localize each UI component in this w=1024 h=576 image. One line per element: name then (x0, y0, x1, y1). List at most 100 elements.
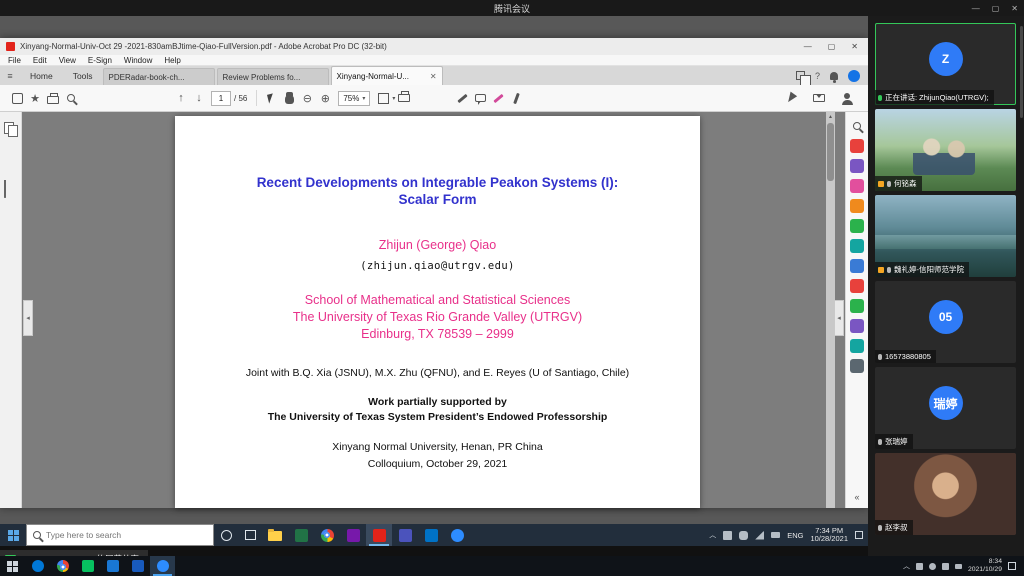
local-hidden-icons-chevron[interactable]: ︿ (903, 561, 910, 571)
tool-scan-ocr-icon[interactable] (850, 279, 864, 293)
previous-page-icon[interactable]: ↑ (172, 89, 190, 107)
attachments-icon[interactable] (4, 180, 17, 193)
local-meeting-icon[interactable] (150, 556, 175, 576)
tool-fill-sign-icon[interactable] (850, 299, 864, 313)
scroll-up-icon[interactable]: ▲ (826, 112, 835, 122)
network-icon[interactable] (755, 531, 764, 540)
select-tool-icon[interactable] (262, 89, 280, 107)
print-icon[interactable] (44, 89, 62, 107)
local-tray-icon-3[interactable] (942, 563, 949, 570)
acrobat-close-icon[interactable]: ✕ (851, 42, 858, 51)
mic-tray-icon[interactable] (739, 531, 748, 540)
taskbar-acrobat-icon[interactable] (366, 524, 392, 546)
page-number-input[interactable]: 1 (211, 91, 231, 106)
taskbar-meeting-icon[interactable] (444, 524, 470, 546)
next-page-icon[interactable]: ↓ (190, 89, 208, 107)
local-clock[interactable]: 8:34 2021/10/29 (968, 558, 1002, 574)
local-battery-icon[interactable] (955, 564, 962, 569)
hand-tool-icon[interactable] (280, 89, 298, 107)
save-icon[interactable] (8, 89, 26, 107)
zoom-in-icon[interactable]: ⊕ (316, 89, 334, 107)
account-avatar[interactable] (848, 70, 860, 82)
panel-scrollbar[interactable] (1020, 26, 1023, 118)
local-edge-icon[interactable] (25, 556, 50, 576)
star-icon[interactable]: ★ (26, 89, 44, 107)
start-button[interactable] (0, 524, 26, 546)
tool-compress-icon[interactable] (850, 339, 864, 353)
signature-icon[interactable] (782, 89, 800, 107)
help-icon[interactable]: ? (815, 71, 820, 81)
local-action-center-icon[interactable] (1008, 562, 1016, 570)
taskbar-onenote-icon[interactable] (340, 524, 366, 546)
reading-mode-icon[interactable] (395, 89, 413, 107)
local-chrome-icon[interactable] (50, 556, 75, 576)
participant-tile-2[interactable]: 何铭森 (875, 109, 1016, 191)
zoom-level-select[interactable]: 75% ▾ (338, 91, 370, 106)
tool-organize-pages-icon[interactable] (850, 219, 864, 233)
acrobat-maximize-icon[interactable]: ▢ (828, 42, 836, 51)
battery-icon[interactable] (771, 532, 780, 538)
tool-combine-files-icon[interactable] (850, 159, 864, 173)
menu-view[interactable]: View (59, 56, 76, 65)
mail-icon[interactable] (810, 89, 828, 107)
maximize-icon[interactable]: ▢ (992, 4, 1000, 13)
tab-tools[interactable]: Tools (63, 66, 103, 85)
bell-icon[interactable] (830, 72, 838, 80)
bookmarks-icon[interactable] (4, 151, 17, 164)
menu-help[interactable]: Help (164, 56, 180, 65)
comment-bubble-icon[interactable] (471, 89, 489, 107)
tool-stamp-icon[interactable] (850, 359, 864, 373)
doc-tab-3-active[interactable]: Xinyang-Normal-U... ✕ (331, 66, 443, 85)
pdf-page[interactable]: Recent Developments on Integrable Peakon… (175, 116, 700, 508)
tool-comment-icon[interactable] (850, 259, 864, 273)
scrollbar-thumb[interactable] (827, 123, 834, 181)
tool-create-pdf-icon[interactable] (850, 139, 864, 153)
language-indicator[interactable]: ENG (787, 531, 803, 540)
fill-sign-icon[interactable] (507, 89, 525, 107)
cortana-icon[interactable] (214, 524, 238, 546)
participant-tile-3[interactable]: 魏礼婷-信阳师范学院 (875, 195, 1016, 277)
local-wechat-icon[interactable] (75, 556, 100, 576)
close-tab-icon[interactable]: ✕ (426, 72, 437, 81)
taskbar-teams-icon[interactable] (392, 524, 418, 546)
local-word-icon[interactable] (125, 556, 150, 576)
tool-export-pdf-icon[interactable] (850, 199, 864, 213)
local-tray-icon-1[interactable] (916, 563, 923, 570)
doc-tab-1[interactable]: PDERadar-book-ch... (103, 68, 215, 85)
tab-menu-icon[interactable]: ≡ (0, 66, 20, 85)
zoom-out-icon[interactable]: ⊖ (298, 89, 316, 107)
action-center-icon[interactable] (855, 531, 863, 539)
menu-file[interactable]: File (8, 56, 21, 65)
taskbar-file-explorer-icon[interactable] (262, 524, 288, 546)
participant-tile-1[interactable]: Z 正在讲话: ZhijunQiao(UTRGV); (875, 23, 1016, 105)
marquee-zoom-icon[interactable] (850, 119, 864, 133)
page-thumbnails-icon[interactable] (4, 122, 17, 135)
local-app-blue-icon[interactable] (100, 556, 125, 576)
search-icon[interactable] (62, 89, 80, 107)
acrobat-minimize-icon[interactable]: — (804, 42, 812, 51)
taskbar-clock[interactable]: 7:34 PM 10/28/2021 (810, 527, 848, 544)
left-pane-collapse-icon[interactable]: ◂ (23, 300, 33, 336)
taskbar-excel-icon[interactable] (288, 524, 314, 546)
task-view-icon[interactable] (238, 524, 262, 546)
person-search-icon[interactable] (838, 89, 856, 107)
tab-home[interactable]: Home (20, 66, 63, 85)
minimize-icon[interactable]: — (972, 4, 980, 13)
layers-icon[interactable] (4, 209, 17, 222)
menu-edit[interactable]: Edit (33, 56, 47, 65)
speaker-icon[interactable] (723, 531, 732, 540)
tool-protect-icon[interactable] (850, 319, 864, 333)
page-display-icon[interactable] (374, 89, 392, 107)
menu-esign[interactable]: E-Sign (88, 56, 112, 65)
tool-share-icon[interactable] (850, 239, 864, 253)
local-tray-icon-2[interactable] (929, 563, 936, 570)
search-input[interactable] (46, 530, 196, 540)
taskbar-outlook-icon[interactable] (418, 524, 444, 546)
doc-tab-2[interactable]: Review Problems fo... (217, 68, 329, 85)
highlight-pen-icon[interactable] (489, 89, 507, 107)
participant-tile-5[interactable]: 瑞婷 张瑞婷 (875, 367, 1016, 449)
acrobat-titlebar[interactable]: Xinyang-Normal-Univ-Oct 29 -2021-830amBJ… (0, 38, 868, 55)
participant-tile-6[interactable]: 赵李叔 (875, 453, 1016, 535)
right-pane-collapse-icon[interactable]: ◂ (834, 300, 844, 336)
local-start-button[interactable] (0, 556, 25, 576)
